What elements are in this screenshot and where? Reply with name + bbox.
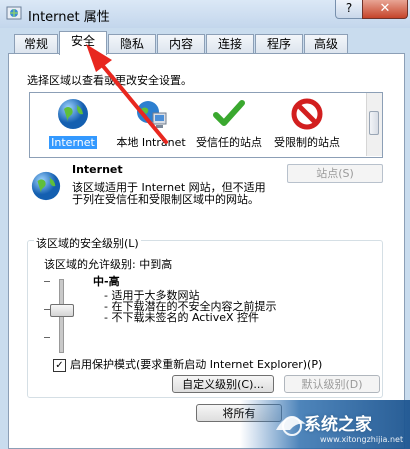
- level-bullet: - 不下载未签名的 ActiveX 控件: [104, 311, 260, 324]
- window-title: Internet 属性: [28, 10, 110, 25]
- protected-mode-row[interactable]: ✓ 启用保护模式(要求重新启动 Internet Explorer)(P): [53, 356, 322, 372]
- watermark-brand: 系统之家: [304, 415, 372, 435]
- intranet-icon: [137, 101, 167, 128]
- tab-connections[interactable]: 连接: [206, 34, 254, 53]
- custom-level-button[interactable]: 自定义级别(C)...: [172, 375, 274, 393]
- tab-programs[interactable]: 程序: [255, 34, 303, 53]
- zone-prompt: 选择区域以查看或更改安全设置。: [27, 74, 192, 87]
- zone-title: Internet: [72, 163, 123, 176]
- default-level-button[interactable]: 默认级别(D): [284, 375, 380, 393]
- zone-label: 本地 Intranet: [116, 136, 186, 149]
- slider-tick: [44, 337, 50, 338]
- security-level-label: 该区域的安全级别(L): [34, 235, 141, 251]
- zone-trusted[interactable]: 受信任的站点: [190, 93, 268, 149]
- globe-icon: [58, 99, 88, 129]
- zone-list-scrollbar[interactable]: [366, 93, 382, 156]
- help-button[interactable]: ?: [335, 0, 363, 19]
- checkmark-icon: [213, 100, 245, 126]
- tab-privacy[interactable]: 隐私: [108, 34, 156, 53]
- zone-label: 受限制的站点: [274, 136, 340, 149]
- zone-label: 受信任的站点: [196, 136, 262, 149]
- watermark-url: www.xitongzhijia.net: [320, 435, 404, 444]
- restricted-icon: [291, 98, 323, 130]
- zone-list: Internet 本地 Intranet 受信任的站点 受限制的站点: [29, 92, 383, 158]
- tab-general[interactable]: 常规: [14, 34, 58, 53]
- zone-description: 该区域适用于 Internet 网站，但不适用于列在受信任和受限制区域中的网站。: [72, 181, 266, 206]
- protected-mode-label: 启用保护模式(要求重新启动 Internet Explorer)(P): [70, 358, 323, 371]
- scrollbar-thumb[interactable]: [369, 111, 379, 135]
- zone-label: Internet: [49, 136, 97, 149]
- security-slider-thumb[interactable]: [50, 304, 74, 317]
- level-description: - 适用于大多数网站 - 在下载潜在的不安全内容之前提示 - 不下载未签名的 A…: [104, 290, 276, 323]
- allowed-levels-label: 该区域的允许级别: 中到高: [44, 258, 173, 271]
- protected-mode-checkbox[interactable]: ✓: [53, 358, 66, 372]
- tab-advanced[interactable]: 高级: [304, 34, 348, 53]
- globe-icon: [31, 171, 61, 201]
- zone-intranet[interactable]: 本地 Intranet: [112, 93, 190, 149]
- slider-tick: [44, 281, 50, 282]
- close-button[interactable]: ✕: [362, 0, 408, 19]
- zone-internet[interactable]: Internet: [34, 93, 112, 149]
- tab-security[interactable]: 安全: [59, 31, 107, 55]
- internet-options-icon: [6, 6, 22, 20]
- sites-button[interactable]: 站点(S): [287, 164, 383, 183]
- level-name: 中-高: [93, 275, 120, 288]
- tab-content[interactable]: 内容: [157, 34, 205, 53]
- zone-restricted[interactable]: 受限制的站点: [268, 93, 346, 149]
